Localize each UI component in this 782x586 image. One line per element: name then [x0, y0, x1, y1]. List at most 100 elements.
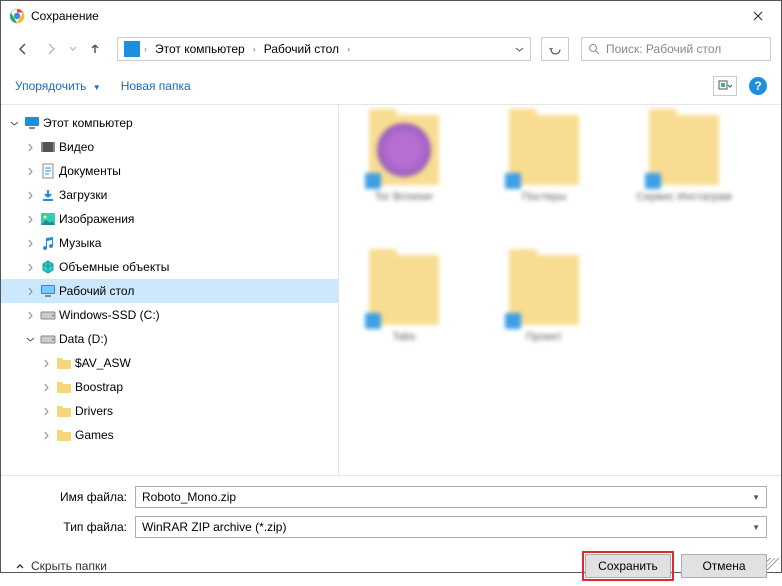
- tree-label: Музыка: [59, 236, 101, 250]
- hide-folders-toggle[interactable]: Скрыть папки: [15, 559, 107, 573]
- tree-twisty[interactable]: [23, 239, 37, 248]
- tree-item[interactable]: Этот компьютер: [1, 111, 338, 135]
- refresh-button[interactable]: [541, 37, 569, 61]
- tree-twisty[interactable]: [23, 215, 37, 224]
- tree-item[interactable]: Изображения: [1, 207, 338, 231]
- tree-item[interactable]: Drivers: [1, 399, 338, 423]
- obj-icon: [39, 259, 57, 275]
- folder-icon: [55, 403, 73, 419]
- folder-tree[interactable]: Этот компьютер Видео Документы Загрузки …: [1, 105, 339, 475]
- tree-item[interactable]: Games: [1, 423, 338, 447]
- chevron-right-icon: ›: [253, 44, 256, 54]
- address-bar[interactable]: › Этот компьютер › Рабочий стол ›: [117, 37, 531, 61]
- breadcrumb-sub[interactable]: Рабочий стол: [260, 40, 343, 58]
- resize-grip[interactable]: [767, 558, 779, 570]
- chrome-icon: [9, 8, 25, 24]
- tree-item[interactable]: Музыка: [1, 231, 338, 255]
- file-label: Tor Browser: [375, 191, 434, 204]
- tree-twisty[interactable]: [7, 119, 21, 128]
- help-button[interactable]: ?: [749, 77, 767, 95]
- tree-label: Объемные объекты: [59, 260, 169, 274]
- back-button[interactable]: [11, 37, 35, 61]
- chevron-down-icon: ▼: [93, 83, 101, 92]
- file-pane[interactable]: Tor Browser Постеры Сервис Инстаграм Tabs Пр…: [339, 105, 781, 475]
- file-label: Проект: [526, 331, 562, 344]
- tree-item[interactable]: Объемные объекты: [1, 255, 338, 279]
- navbar: › Этот компьютер › Рабочий стол › Поиск:…: [1, 31, 781, 67]
- content: Этот компьютер Видео Документы Загрузки …: [1, 105, 781, 475]
- tree-twisty[interactable]: [39, 383, 53, 392]
- forward-button[interactable]: [39, 37, 63, 61]
- tree-label: Рабочий стол: [59, 284, 134, 298]
- drive-icon: [39, 307, 57, 323]
- tree-item[interactable]: Data (D:): [1, 327, 338, 351]
- new-folder-button[interactable]: Новая папка: [121, 79, 191, 93]
- tree-label: Документы: [59, 164, 121, 178]
- tree-twisty[interactable]: [23, 167, 37, 176]
- tree-twisty[interactable]: [23, 263, 37, 272]
- tree-item[interactable]: Boostrap: [1, 375, 338, 399]
- music-icon: [39, 235, 57, 251]
- tree-item[interactable]: Рабочий стол: [1, 279, 338, 303]
- chevron-down-icon[interactable]: ▼: [752, 493, 760, 502]
- recent-dropdown[interactable]: [67, 37, 79, 61]
- breadcrumb-root[interactable]: Этот компьютер: [151, 40, 249, 58]
- file-item[interactable]: Tor Browser: [349, 115, 459, 245]
- address-dropdown[interactable]: [515, 45, 524, 54]
- tree-item[interactable]: $AV_ASW: [1, 351, 338, 375]
- cancel-button[interactable]: Отмена: [681, 554, 767, 578]
- tree-twisty[interactable]: [23, 191, 37, 200]
- tree-item[interactable]: Windows-SSD (C:): [1, 303, 338, 327]
- folder-icon: [55, 427, 73, 443]
- chevron-down-icon[interactable]: ▼: [752, 523, 760, 532]
- tree-label: Games: [75, 428, 114, 442]
- search-icon: [588, 43, 600, 55]
- window-title: Сохранение: [31, 9, 735, 23]
- tree-label: Изображения: [59, 212, 134, 226]
- search-placeholder: Поиск: Рабочий стол: [606, 42, 721, 56]
- tree-label: Boostrap: [75, 380, 123, 394]
- chevron-right-icon: ›: [347, 44, 350, 54]
- file-item[interactable]: Tabs: [349, 255, 459, 385]
- tree-twisty[interactable]: [23, 287, 37, 296]
- drive-icon: [39, 331, 57, 347]
- tree-twisty[interactable]: [23, 143, 37, 152]
- titlebar: Сохранение: [1, 1, 781, 31]
- tree-twisty[interactable]: [39, 431, 53, 440]
- close-button[interactable]: [735, 1, 781, 31]
- tree-twisty[interactable]: [23, 335, 37, 344]
- tree-item[interactable]: Видео: [1, 135, 338, 159]
- video-icon: [39, 139, 57, 155]
- pc-icon: [23, 115, 41, 131]
- filetype-label: Тип файла:: [15, 520, 135, 534]
- up-button[interactable]: [83, 37, 107, 61]
- footer: Имя файла: Roboto_Mono.zip ▼ Тип файла: …: [1, 475, 781, 586]
- tree-label: Загрузки: [59, 188, 107, 202]
- filename-input[interactable]: Roboto_Mono.zip ▼: [135, 486, 767, 508]
- tree-item[interactable]: Загрузки: [1, 183, 338, 207]
- file-label: Сервис Инстаграм: [636, 191, 731, 204]
- tree-item[interactable]: Документы: [1, 159, 338, 183]
- chevron-up-icon: [15, 561, 25, 571]
- tree-twisty[interactable]: [39, 407, 53, 416]
- save-button[interactable]: Сохранить: [585, 554, 671, 578]
- filetype-select[interactable]: WinRAR ZIP archive (*.zip) ▼: [135, 516, 767, 538]
- folder-icon: [55, 379, 73, 395]
- file-label: Постеры: [522, 191, 567, 204]
- pc-icon: [124, 41, 140, 57]
- file-label: Tabs: [392, 331, 415, 344]
- tree-twisty[interactable]: [39, 359, 53, 368]
- organize-menu[interactable]: Упорядочить ▼: [15, 79, 101, 93]
- view-options[interactable]: [713, 76, 737, 96]
- search-input[interactable]: Поиск: Рабочий стол: [581, 37, 771, 61]
- chevron-right-icon: ›: [144, 44, 147, 54]
- down-icon: [39, 187, 57, 203]
- desk-icon: [39, 283, 57, 299]
- file-item[interactable]: Сервис Инстаграм: [629, 115, 739, 245]
- tree-twisty[interactable]: [23, 311, 37, 320]
- file-item[interactable]: Проект: [489, 255, 599, 385]
- file-item[interactable]: Постеры: [489, 115, 599, 245]
- tree-label: Windows-SSD (C:): [59, 308, 160, 322]
- tree-label: Data (D:): [59, 332, 108, 346]
- toolbar: Упорядочить ▼ Новая папка ?: [1, 67, 781, 105]
